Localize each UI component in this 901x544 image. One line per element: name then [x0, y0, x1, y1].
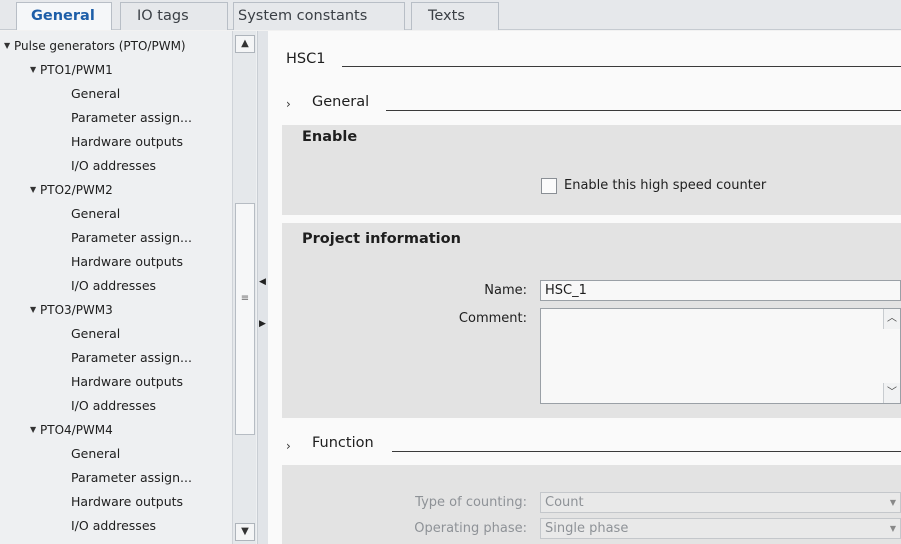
name-input[interactable]: HSC_1: [540, 280, 901, 301]
tree-item-pto2-io-addresses[interactable]: I/O addresses: [0, 274, 232, 298]
tab-bar: General IO tags System constants Texts: [0, 0, 901, 30]
section-divider: [386, 110, 901, 111]
tree-item-pto2-parameter-assign[interactable]: Parameter assign...: [0, 226, 232, 250]
triangle-down-icon[interactable]: ▼: [30, 58, 36, 82]
dropdown-arrow-icon[interactable]: ▼: [886, 519, 900, 538]
tree-item-pto3-general[interactable]: General: [0, 322, 232, 346]
tree-item-pto3-hardware-outputs[interactable]: Hardware outputs: [0, 370, 232, 394]
tree-item-label: Parameter assign...: [71, 350, 192, 365]
tree-item-label: Parameter assign...: [71, 110, 192, 125]
expand-right-icon[interactable]: ▶: [259, 319, 266, 329]
grip-icon: ≡: [240, 293, 250, 304]
scrollbar-thumb[interactable]: ≡: [235, 203, 255, 435]
chevron-up-icon[interactable]: ︿: [883, 309, 900, 329]
tree-item-pto1-hardware-outputs[interactable]: Hardware outputs: [0, 130, 232, 154]
tab-system-constants[interactable]: System constants: [233, 2, 405, 30]
tree-item-pto3-io-addresses[interactable]: I/O addresses: [0, 394, 232, 418]
panel-splitter[interactable]: ◀ ▶: [258, 31, 268, 544]
tree-item-label: Hardware outputs: [71, 254, 184, 269]
tree-item-pto1-parameter-assign[interactable]: Parameter assign...: [0, 106, 232, 130]
tab-texts-label: Texts: [428, 8, 465, 24]
triangle-down-icon[interactable]: ▼: [4, 34, 10, 58]
comment-textarea[interactable]: ︿ ﹀: [540, 308, 901, 404]
tree-scrollbar[interactable]: ▲ ≡ ▼: [232, 31, 256, 544]
project-information-heading: Project information: [302, 231, 461, 247]
navigation-tree: ▼ Pulse generators (PTO/PWM) ▼ PTO1/PWM1…: [0, 31, 258, 544]
section-divider: [392, 451, 901, 452]
tree-item-pto4-pwm4[interactable]: ▼ PTO4/PWM4: [0, 418, 232, 442]
tree-item-pto2-hardware-outputs[interactable]: Hardware outputs: [0, 250, 232, 274]
tree-item-pulse-generators[interactable]: ▼ Pulse generators (PTO/PWM): [0, 34, 232, 58]
triangle-down-icon[interactable]: ▼: [30, 298, 36, 322]
tree-item-label: General: [71, 86, 121, 101]
section-divider: [342, 66, 901, 67]
chevron-right-icon[interactable]: ›: [286, 97, 291, 111]
triangle-down-icon[interactable]: ▼: [30, 418, 36, 442]
tree-item-label: I/O addresses: [71, 158, 157, 173]
tree-item-pto1-general[interactable]: General: [0, 82, 232, 106]
section-general-title[interactable]: General: [312, 94, 369, 110]
tree-item-label: Hardware outputs: [71, 494, 184, 509]
tree-item-pto3-parameter-assign[interactable]: Parameter assign...: [0, 346, 232, 370]
tree-item-label: PTO3/PWM3: [40, 303, 113, 317]
operating-phase-value: Single phase: [545, 521, 629, 536]
chevron-down-icon[interactable]: ﹀: [883, 383, 900, 403]
tab-io-tags[interactable]: IO tags: [120, 2, 228, 30]
tab-general-label: General: [31, 8, 95, 24]
tree-item-label: General: [71, 206, 121, 221]
tree-item-label: PTO4/PWM4: [40, 423, 113, 437]
section-function-title[interactable]: Function: [312, 435, 374, 451]
function-group: Type of counting: Count ▼ Operating phas…: [282, 465, 901, 544]
tree-item-pto4-hardware-outputs[interactable]: Hardware outputs: [0, 490, 232, 514]
tree-item-pto4-parameter-assign[interactable]: Parameter assign...: [0, 466, 232, 490]
collapse-left-icon[interactable]: ◀: [259, 277, 266, 287]
type-of-counting-value: Count: [545, 495, 584, 510]
type-of-counting-select[interactable]: Count ▼: [540, 492, 901, 513]
triangle-down-icon[interactable]: ▼: [30, 178, 36, 202]
tree-item-label: Hardware outputs: [71, 374, 184, 389]
tree-item-label: Pulse generators (PTO/PWM): [14, 39, 186, 53]
tree-item-pto1-io-addresses[interactable]: I/O addresses: [0, 154, 232, 178]
tree-item-label: PTO2/PWM2: [40, 183, 113, 197]
tab-texts[interactable]: Texts: [411, 2, 499, 30]
tree-item-pto1-pwm1[interactable]: ▼ PTO1/PWM1: [0, 58, 232, 82]
type-of-counting-label: Type of counting:: [415, 495, 527, 510]
tree-item-pto2-pwm2[interactable]: ▼ PTO2/PWM2: [0, 178, 232, 202]
name-label: Name:: [484, 283, 527, 298]
project-information-group: Project information Name: HSC_1 Comment:…: [282, 223, 901, 418]
tree-item-label: Hardware outputs: [71, 134, 184, 149]
page-title: HSC1: [286, 51, 326, 67]
tree-item-label: PTO1/PWM1: [40, 63, 113, 77]
tree-item-label: Parameter assign...: [71, 470, 192, 485]
tab-io-tags-label: IO tags: [137, 8, 189, 24]
enable-heading: Enable: [302, 129, 358, 145]
enable-hsc-label: Enable this high speed counter: [564, 178, 767, 193]
chevron-down-icon[interactable]: ▼: [235, 523, 255, 541]
operating-phase-label: Operating phase:: [414, 521, 527, 536]
tab-general[interactable]: General: [16, 2, 112, 30]
tree-item-label: I/O addresses: [71, 278, 157, 293]
tab-system-constants-label: System constants: [238, 8, 368, 24]
chevron-up-icon[interactable]: ▲: [235, 35, 255, 53]
dropdown-arrow-icon[interactable]: ▼: [886, 493, 900, 512]
tree-item-pto4-io-addresses[interactable]: I/O addresses: [0, 514, 232, 538]
tree-item-label: I/O addresses: [71, 518, 157, 533]
chevron-right-icon[interactable]: ›: [286, 439, 291, 453]
enable-group: Enable Enable this high speed counter: [282, 125, 901, 215]
tree-item-label: General: [71, 326, 121, 341]
tree-item-pto4-general[interactable]: General: [0, 442, 232, 466]
tree-item-label: Parameter assign...: [71, 230, 192, 245]
tree-item-label: General: [71, 446, 121, 461]
tree-item-label: I/O addresses: [71, 398, 157, 413]
tree-item-pto2-general[interactable]: General: [0, 202, 232, 226]
comment-label: Comment:: [458, 311, 527, 326]
properties-panel: HSC1 › General Enable Enable this high s…: [268, 31, 901, 544]
enable-hsc-checkbox[interactable]: [541, 178, 557, 194]
tree-item-pto3-pwm3[interactable]: ▼ PTO3/PWM3: [0, 298, 232, 322]
operating-phase-select[interactable]: Single phase ▼: [540, 518, 901, 539]
